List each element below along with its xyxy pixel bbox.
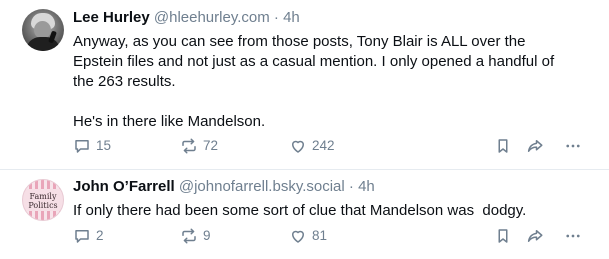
more-icon <box>566 234 580 238</box>
post-text-line: the 263 results. <box>73 73 176 90</box>
post-time[interactable]: 4h <box>358 178 375 195</box>
post-text-line: He's in there like Mandelson. <box>73 113 266 130</box>
like-icon <box>292 230 304 243</box>
author-name[interactable]: John O’Farrell <box>73 178 175 195</box>
post-time[interactable]: 4h <box>283 9 300 26</box>
author-handle[interactable]: @hleehurley.com <box>154 9 270 26</box>
post-header: John O’Farrell @johnofarrell.bsky.social… <box>73 178 375 196</box>
more-icon <box>566 144 580 148</box>
separator-dot: · <box>348 178 354 195</box>
post-john-ofarrell[interactable]: Family Politics John O’Farrell @johnofar… <box>0 170 609 259</box>
avatar[interactable]: Family Politics <box>22 179 64 221</box>
reply-count: 2 <box>96 228 104 243</box>
post-text-line: Epstein files and not just as a casual m… <box>73 53 555 70</box>
post-header: Lee Hurley @hleehurley.com · 4h <box>73 9 300 27</box>
repost-count: 9 <box>203 228 211 243</box>
reply-count: 15 <box>96 138 112 153</box>
more-options-button[interactable] <box>564 136 582 156</box>
like-icon <box>292 140 304 153</box>
more-options-button[interactable] <box>564 226 582 246</box>
reply-icon <box>75 140 89 153</box>
like-button[interactable]: 242 <box>289 136 335 156</box>
repost-icon <box>182 228 196 244</box>
reply-button[interactable]: 2 <box>73 226 104 246</box>
reply-button[interactable]: 15 <box>73 136 111 156</box>
author-name[interactable]: Lee Hurley <box>73 9 150 26</box>
repost-icon <box>182 138 196 154</box>
share-button[interactable] <box>526 226 544 246</box>
repost-button[interactable]: 9 <box>180 226 211 246</box>
post-actions: 2 9 81 <box>73 226 593 246</box>
reply-icon <box>75 230 89 243</box>
author-handle[interactable]: @johnofarrell.bsky.social <box>179 178 345 195</box>
avatar[interactable] <box>22 9 64 51</box>
post-text: If only there had been some sort of clue… <box>73 201 593 221</box>
post-text: Anyway, as you can see from those posts,… <box>73 32 593 132</box>
separator-dot: · <box>273 9 279 26</box>
post-actions: 15 72 242 <box>73 136 593 156</box>
share-icon <box>527 140 543 152</box>
post-text-line: If only there had been some sort of clue… <box>73 202 527 219</box>
repost-button[interactable]: 72 <box>180 136 218 156</box>
like-button[interactable]: 81 <box>289 226 327 246</box>
like-count: 242 <box>312 138 335 153</box>
share-icon <box>527 230 543 242</box>
bookmark-button[interactable] <box>494 136 512 156</box>
post-lee-hurley[interactable]: Lee Hurley @hleehurley.com · 4h Anyway, … <box>0 0 609 170</box>
repost-count: 72 <box>203 138 219 153</box>
post-text-line: Anyway, as you can see from those posts,… <box>73 33 526 50</box>
bookmark-icon <box>498 139 508 153</box>
bookmark-icon <box>498 229 508 243</box>
like-count: 81 <box>312 228 328 243</box>
post-feed: Lee Hurley @hleehurley.com · 4h Anyway, … <box>0 0 609 259</box>
share-button[interactable] <box>526 136 544 156</box>
bookmark-button[interactable] <box>494 226 512 246</box>
avatar-logo-text: Family Politics <box>28 192 58 210</box>
